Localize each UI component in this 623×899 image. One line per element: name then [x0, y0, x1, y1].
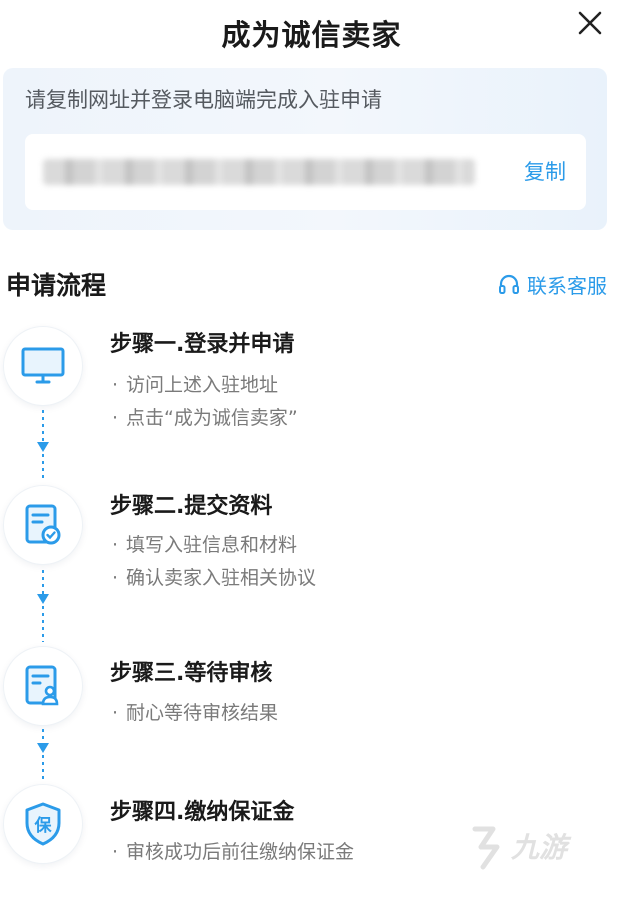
headset-icon [499, 274, 519, 294]
copy-button[interactable]: 复制 [524, 156, 566, 186]
url-banner: 请复制网址并登录电脑端完成入驻申请 复制 [3, 68, 607, 230]
step-connector [37, 410, 49, 482]
step-connector [37, 729, 49, 781]
url-box: 复制 [25, 134, 586, 210]
document-user-icon [4, 647, 82, 725]
document-check-icon [4, 486, 82, 564]
page-title: 成为诚信卖家 [221, 18, 402, 52]
step-title: 步骤二.提交资料 [110, 494, 273, 519]
shield-bao-icon: 保 [4, 785, 82, 863]
watermark-logo: 九游 [463, 821, 593, 875]
monitor-icon [4, 327, 82, 405]
step-title: 步骤四.缴纳保证金 [110, 800, 295, 825]
close-icon[interactable] [575, 8, 605, 38]
contact-service-link[interactable]: 联系客服 [497, 270, 607, 299]
blurred-url [43, 159, 475, 185]
step-item: · 耐心等待审核结果 [112, 702, 279, 724]
contact-label: 联系客服 [527, 274, 607, 298]
process-title: 申请流程 [6, 271, 107, 300]
step-connector [37, 570, 49, 642]
watermark-text: 九游 [510, 831, 572, 864]
step-item: · 确认卖家入驻相关协议 [112, 567, 317, 589]
step-item: · 审核成功后前往缴纳保证金 [112, 841, 355, 863]
step-item: · 访问上述入驻地址 [112, 374, 279, 396]
step-item: · 填写入驻信息和材料 [112, 534, 298, 556]
step-title: 步骤三.等待审核 [110, 661, 273, 686]
svg-text:保: 保 [34, 815, 53, 836]
step-title: 步骤一.登录并申请 [110, 332, 295, 357]
step-item: · 点击“成为诚信卖家” [112, 407, 298, 429]
banner-instruction: 请复制网址并登录电脑端完成入驻申请 [25, 88, 382, 112]
